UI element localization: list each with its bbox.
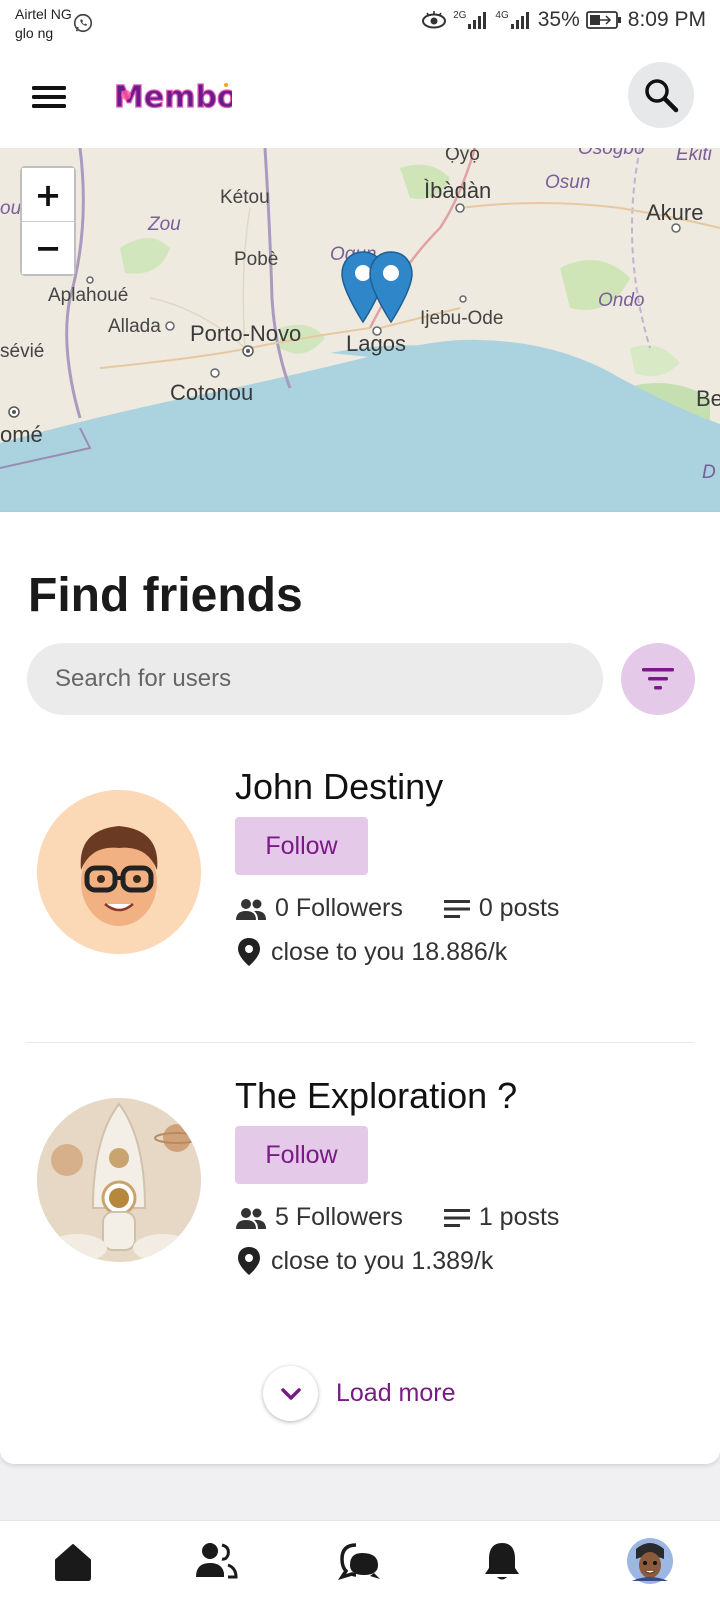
nav-friends[interactable] bbox=[186, 1531, 246, 1591]
map-label-ijebu-ode: Ijebu-Ode bbox=[420, 308, 504, 329]
map-marker-pin[interactable] bbox=[368, 250, 414, 326]
filter-icon bbox=[642, 668, 674, 690]
nav-home[interactable] bbox=[43, 1531, 103, 1591]
map-label-ou: ou bbox=[0, 198, 22, 219]
friends-icon bbox=[196, 1543, 238, 1579]
search-icon bbox=[645, 79, 679, 113]
bottom-navigation bbox=[0, 1520, 720, 1600]
nav-notifications[interactable] bbox=[472, 1531, 532, 1591]
battery-percent: 35% bbox=[537, 8, 580, 31]
carrier-info: Airtel NG glo ng bbox=[15, 5, 72, 43]
map-label-osun: Osun bbox=[545, 172, 591, 193]
zoom-out-button[interactable]: − bbox=[22, 221, 74, 274]
map-label-sevie: sévié bbox=[0, 341, 45, 362]
nav-messages[interactable] bbox=[330, 1531, 390, 1591]
user-search-input[interactable] bbox=[27, 643, 603, 715]
user-avatar[interactable] bbox=[37, 1098, 201, 1262]
map-view[interactable]: Ọ̀yọ́ Osogbo Ekiti Ìbàdàn Osun Akure Két… bbox=[0, 148, 720, 512]
follow-button[interactable]: Follow bbox=[235, 1126, 368, 1184]
map-label-aplahoue: Aplahoué bbox=[48, 285, 129, 306]
find-friends-card: Find friends John Destiny Follow bbox=[0, 512, 720, 1464]
clock: 8:09 PM bbox=[627, 8, 706, 31]
signal-2: 4G bbox=[495, 10, 531, 30]
battery-icon bbox=[585, 11, 621, 29]
user-stats: 5 Followers 1 posts bbox=[235, 1203, 559, 1232]
map-label-porto-novo: Porto-Novo bbox=[190, 321, 302, 346]
chat-icon bbox=[338, 1543, 380, 1581]
user-avatar[interactable] bbox=[37, 790, 201, 954]
nav-profile[interactable] bbox=[620, 1531, 680, 1591]
posts-icon bbox=[443, 1208, 470, 1227]
follow-button[interactable]: Follow bbox=[235, 817, 368, 875]
map-label-cotonou: Cotonou bbox=[170, 380, 254, 405]
eye-icon bbox=[422, 11, 447, 29]
signal-1: 2G bbox=[453, 10, 489, 30]
map-label-pobe: Pobè bbox=[234, 249, 279, 270]
distance-text: close to you 18.886/k bbox=[271, 937, 508, 966]
followers-count: 5 Followers bbox=[275, 1203, 403, 1231]
map-label-akure: Akure bbox=[646, 200, 704, 225]
profile-avatar bbox=[627, 1538, 673, 1584]
membo-logo[interactable]: Membo bbox=[112, 75, 232, 115]
load-more-circle[interactable] bbox=[263, 1366, 318, 1421]
filter-button[interactable] bbox=[621, 643, 695, 715]
map-label-be: Be bbox=[696, 386, 720, 411]
memoji-avatar-image bbox=[37, 790, 201, 954]
map-label-ekiti: Ekiti bbox=[676, 148, 712, 165]
carrier-1: Airtel NG bbox=[15, 6, 72, 22]
followers-count: 0 Followers bbox=[275, 894, 403, 922]
load-more-label[interactable]: Load more bbox=[336, 1379, 456, 1408]
whatsapp-icon bbox=[73, 13, 93, 33]
network-type-1: 2G bbox=[453, 10, 467, 21]
app-header: Membo bbox=[0, 48, 720, 148]
posts-icon bbox=[443, 899, 470, 918]
user-name[interactable]: The Exploration ? bbox=[235, 1075, 517, 1117]
posts-count: 0 posts bbox=[478, 894, 560, 922]
map-label-d: D bbox=[702, 462, 716, 483]
user-list-item: The Exploration ? Follow 5 Followers 1 p… bbox=[0, 1053, 720, 1303]
astronaut-avatar-image bbox=[37, 1098, 201, 1262]
load-more-button[interactable]: Load more bbox=[263, 1366, 456, 1421]
divider bbox=[26, 1042, 694, 1043]
location-pin-icon bbox=[238, 1247, 260, 1275]
bell-icon bbox=[485, 1543, 519, 1580]
user-distance: close to you 18.886/k bbox=[235, 937, 507, 967]
map-label-lagos: Lagos bbox=[346, 331, 406, 356]
location-pin-icon bbox=[238, 938, 260, 966]
user-distance: close to you 1.389/k bbox=[235, 1246, 493, 1276]
menu-icon[interactable] bbox=[30, 78, 68, 116]
search-button[interactable] bbox=[628, 62, 694, 128]
map-label-oyo: Ọ̀yọ́ bbox=[445, 148, 480, 165]
logo-text: Membo bbox=[114, 80, 232, 115]
user-list-item: John Destiny Follow 0 Followers 0 posts … bbox=[0, 744, 720, 994]
map-label-ondo: Ondo bbox=[598, 290, 645, 311]
map-label-zou: Zou bbox=[148, 214, 181, 235]
user-stats: 0 Followers 0 posts bbox=[235, 894, 559, 923]
page-title: Find friends bbox=[28, 569, 303, 622]
distance-text: close to you 1.389/k bbox=[271, 1246, 494, 1275]
carrier-2: glo ng bbox=[15, 25, 54, 41]
user-name[interactable]: John Destiny bbox=[235, 766, 443, 808]
map-label-allada: Allada bbox=[108, 316, 161, 337]
status-bar: Airtel NG glo ng 2G 4G 35% 8:09 PM bbox=[0, 0, 720, 48]
people-icon bbox=[236, 898, 266, 920]
network-type-2: 4G bbox=[495, 10, 509, 21]
map-label-osogbo: Osogbo bbox=[578, 148, 645, 159]
map-label-ome: omé bbox=[0, 422, 43, 447]
posts-count: 1 posts bbox=[478, 1203, 560, 1231]
signal-bars-icon bbox=[510, 12, 529, 29]
chevron-down-icon bbox=[280, 1387, 301, 1400]
signal-bars-icon bbox=[468, 12, 487, 29]
status-icons: 2G 4G 35% 8:09 PM bbox=[421, 8, 706, 32]
map-label-ketou: Kétou bbox=[220, 187, 270, 208]
people-icon bbox=[236, 1207, 266, 1229]
home-icon bbox=[55, 1544, 91, 1581]
map-label-ibadan: Ìbàdàn bbox=[424, 178, 492, 203]
zoom-control: + − bbox=[20, 166, 76, 276]
zoom-in-button[interactable]: + bbox=[22, 168, 74, 221]
